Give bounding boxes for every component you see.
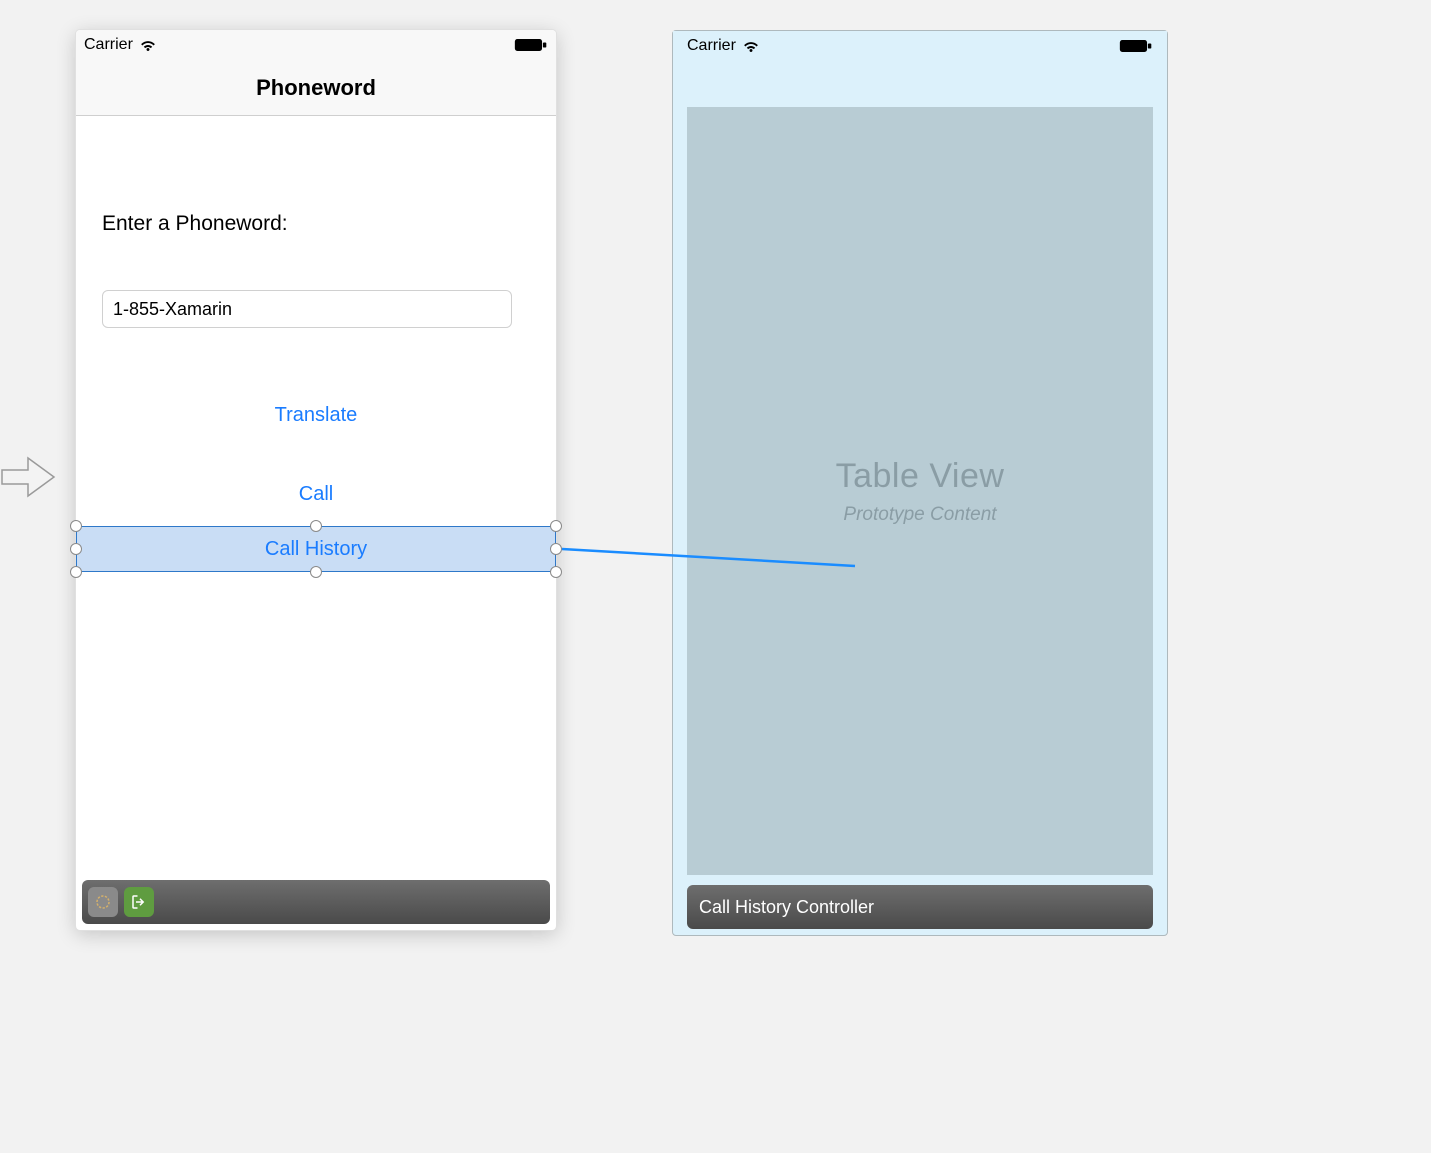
resize-handle-icon[interactable] [70, 543, 82, 555]
first-responder-icon[interactable] [88, 887, 118, 917]
carrier-label: Carrier [687, 31, 736, 61]
scene-label-text: Call History Controller [699, 897, 874, 918]
table-view-placeholder[interactable]: Table View Prototype Content [687, 107, 1153, 875]
resize-handle-icon[interactable] [310, 566, 322, 578]
battery-icon [514, 36, 548, 54]
storyboard-entry-arrow [0, 452, 60, 502]
nav-title: Phoneword [256, 75, 376, 101]
carrier-label: Carrier [84, 30, 133, 60]
resize-handle-icon[interactable] [70, 566, 82, 578]
call-button[interactable]: Call [299, 483, 333, 506]
phoneword-prompt-label: Enter a Phoneword: [102, 212, 530, 236]
wifi-icon [139, 36, 157, 54]
battery-icon [1119, 37, 1153, 55]
resize-handle-icon[interactable] [550, 543, 562, 555]
tableview-subtitle: Prototype Content [843, 504, 996, 526]
resize-handle-icon[interactable] [550, 520, 562, 532]
phoneword-scene: Carrier Phoneword Enter a Phoneword: Tra… [76, 30, 556, 930]
status-bar: Carrier [673, 31, 1167, 61]
resize-handle-icon[interactable] [70, 520, 82, 532]
scene-dock [82, 880, 550, 924]
resize-handle-icon[interactable] [550, 566, 562, 578]
tableview-title: Table View [836, 457, 1005, 496]
exit-icon[interactable] [124, 887, 154, 917]
resize-handle-icon[interactable] [310, 520, 322, 532]
wifi-icon [742, 37, 760, 55]
phoneword-input[interactable] [102, 290, 512, 328]
navigation-bar: Phoneword [76, 60, 556, 116]
translate-button[interactable]: Translate [275, 404, 358, 427]
call-history-button-selection: Call History [76, 526, 556, 572]
status-bar: Carrier [76, 30, 556, 60]
call-history-scene: Carrier Table View Prototype Content Cal… [672, 30, 1168, 936]
scene-label-bar[interactable]: Call History Controller [687, 885, 1153, 929]
